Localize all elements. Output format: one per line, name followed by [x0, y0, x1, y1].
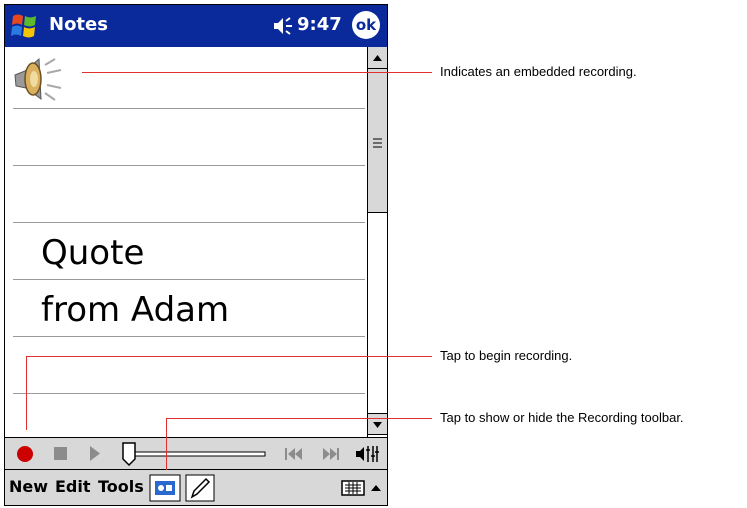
volume-slider[interactable]	[113, 440, 267, 466]
callout-line-record	[26, 356, 432, 357]
callout-line-embedded	[82, 72, 432, 73]
callout-embedded-recording: Indicates an embedded recording.	[440, 64, 637, 79]
ok-button[interactable]: ok	[352, 11, 380, 39]
keyboard-icon[interactable]	[341, 478, 365, 498]
callout-line-toolbar	[166, 418, 167, 470]
scroll-down-button[interactable]	[368, 413, 387, 435]
menu-edit[interactable]: Edit	[55, 477, 91, 496]
recording-toolbar-icon[interactable]	[149, 474, 181, 502]
title-bar: Notes 9:47 ok	[5, 5, 387, 47]
menu-new[interactable]: New	[9, 477, 48, 496]
play-icon[interactable]	[81, 440, 107, 466]
ruled-line	[13, 279, 365, 280]
ruled-line	[13, 108, 365, 109]
skip-forward-icon[interactable]	[315, 440, 347, 466]
callout-recording-toolbar: Tap to show or hide the Recording toolba…	[440, 410, 684, 425]
scroll-up-button[interactable]	[368, 47, 387, 69]
callout-line-record	[26, 356, 27, 430]
speaker-toggle-icon[interactable]	[351, 440, 383, 466]
app-title: Notes	[49, 14, 108, 35]
menu-tools[interactable]: Tools	[98, 477, 144, 496]
ruled-line	[13, 393, 365, 394]
callout-line-toolbar	[166, 418, 432, 419]
ruled-line	[13, 165, 365, 166]
thumb-grip-icon	[373, 138, 382, 148]
ruled-line	[13, 222, 365, 223]
skip-back-icon[interactable]	[277, 440, 311, 466]
windows-start-icon[interactable]	[9, 10, 41, 42]
ruled-line	[13, 336, 365, 337]
menu-bar: New Edit Tools	[5, 469, 387, 505]
stop-icon[interactable]	[47, 440, 73, 466]
input-menu-arrow-icon[interactable]	[367, 479, 385, 497]
scroll-thumb[interactable]	[368, 69, 387, 213]
pen-icon[interactable]	[185, 474, 215, 502]
vertical-scrollbar[interactable]	[367, 47, 387, 437]
callout-begin-recording: Tap to begin recording.	[440, 348, 573, 363]
handwritten-text-line: Quote	[41, 233, 145, 273]
speaker-volume-icon[interactable]	[272, 16, 296, 36]
scroll-up-icon	[373, 55, 382, 61]
note-writing-area[interactable]: Quote from Adam	[5, 47, 367, 437]
clock[interactable]: 9:47	[297, 14, 342, 35]
record-icon[interactable]	[11, 440, 39, 466]
pocket-pc-screen: Notes 9:47 ok Quote from Adam New Edit T…	[4, 4, 388, 506]
embedded-recording-icon[interactable]	[11, 55, 65, 105]
handwritten-text-line: from Adam	[41, 290, 230, 330]
recording-toolbar	[5, 437, 387, 469]
